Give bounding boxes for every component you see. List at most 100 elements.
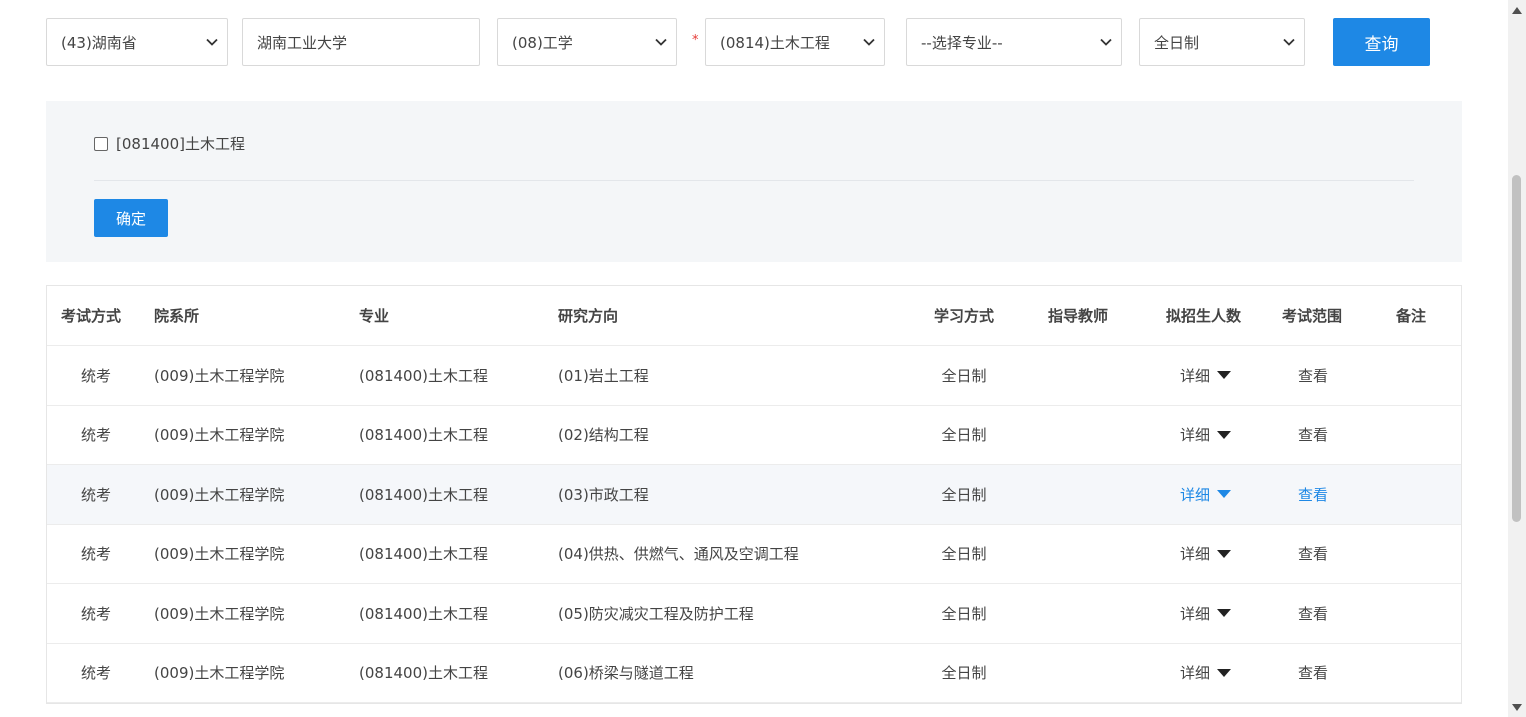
cell-department: (009)土木工程学院 <box>154 485 285 504</box>
scroll-down-arrow-icon[interactable] <box>1508 699 1526 715</box>
study-mode-select[interactable]: 全日制 <box>1139 18 1305 66</box>
detail-label[interactable]: 详细 <box>1180 603 1210 624</box>
cell-research-direction: (05)防灾减灾工程及防护工程 <box>558 604 754 623</box>
exam-scope-view-link[interactable]: 查看 <box>1298 465 1328 524</box>
cell-major: (081400)土木工程 <box>359 664 488 683</box>
header-exam-scope: 考试范围 <box>1282 307 1343 325</box>
major-checkbox-label[interactable]: [081400]土木工程 <box>116 133 245 154</box>
category-select[interactable]: (08)工学 <box>497 18 677 66</box>
cell-study-mode: 全日制 <box>941 604 987 623</box>
table-row: 统考 (009)土木工程学院 (081400)土木工程 (04)供热、供燃气、通风及空… <box>47 525 1461 584</box>
cell-exam-method: 统考 <box>80 545 111 564</box>
required-mark: * <box>692 33 699 48</box>
cell-major: (081400)土木工程 <box>359 485 488 504</box>
results-table: 考试方式 院系所 专业 研究方向 学习方式 指导教师 拟招生人数 考试范围 备注… <box>46 285 1462 704</box>
header-research-direction: 研究方向 <box>558 307 619 325</box>
cell-study-mode: 全日制 <box>941 426 987 445</box>
major-select-value: --选择专业-- <box>921 33 1003 52</box>
cell-major: (081400)土木工程 <box>359 426 488 445</box>
enrollment-detail-toggle[interactable]: 详细 <box>1180 584 1232 643</box>
cell-major: (081400)土木工程 <box>359 545 488 564</box>
cell-department: (009)土木工程学院 <box>154 366 285 385</box>
cell-exam-method: 统考 <box>80 366 111 385</box>
table-row: 统考 (009)土木工程学院 (081400)土木工程 (03)市政工程 全日制 详细 查看 <box>47 465 1461 525</box>
enrollment-detail-toggle[interactable]: 详细 <box>1180 644 1232 703</box>
caret-down-icon[interactable] <box>1217 668 1232 677</box>
cell-major: (081400)土木工程 <box>359 604 488 623</box>
caret-down-icon[interactable] <box>1217 609 1232 618</box>
confirm-button[interactable]: 确定 <box>94 199 168 237</box>
major-select[interactable]: --选择专业-- <box>906 18 1122 66</box>
cell-exam-method: 统考 <box>80 664 111 683</box>
table-row: 统考 (009)土木工程学院 (081400)土木工程 (06)桥梁与隧道工程 全日制 详… <box>47 644 1461 703</box>
major-selection-panel: [081400]土木工程 确定 <box>46 101 1462 262</box>
cell-study-mode: 全日制 <box>941 366 987 385</box>
header-exam-method: 考试方式 <box>61 307 122 325</box>
cell-research-direction: (06)桥梁与隧道工程 <box>558 664 694 683</box>
detail-label[interactable]: 详细 <box>1180 424 1210 445</box>
exam-scope-view-link[interactable]: 查看 <box>1298 644 1328 703</box>
exam-scope-view-link[interactable]: 查看 <box>1298 584 1328 643</box>
header-major: 专业 <box>359 307 390 325</box>
cell-exam-method: 统考 <box>80 426 111 445</box>
major-checkbox-row[interactable]: [081400]土木工程 <box>94 133 245 154</box>
discipline-select-value: (0814)土木工程 <box>720 33 830 52</box>
cell-department: (009)土木工程学院 <box>154 426 285 445</box>
category-select-value: (08)工学 <box>512 33 573 52</box>
chevron-down-icon <box>197 38 227 46</box>
header-enrollment: 拟招生人数 <box>1166 307 1242 325</box>
cell-major: (081400)土木工程 <box>359 366 488 385</box>
vertical-scrollbar[interactable] <box>1508 0 1526 717</box>
enrollment-detail-toggle[interactable]: 详细 <box>1180 346 1232 405</box>
header-study-mode: 学习方式 <box>933 307 994 325</box>
exam-scope-view-link[interactable]: 查看 <box>1298 346 1328 405</box>
scrollbar-thumb[interactable] <box>1512 175 1521 522</box>
cell-research-direction: (04)供热、供燃气、通风及空调工程 <box>558 545 799 564</box>
table-body: 统考 (009)土木工程学院 (081400)土木工程 (01)岩土工程 全日制 详细 查看… <box>47 346 1461 703</box>
detail-label[interactable]: 详细 <box>1180 543 1210 564</box>
cell-department: (009)土木工程学院 <box>154 664 285 683</box>
chevron-down-icon <box>1274 38 1304 46</box>
discipline-select[interactable]: (0814)土木工程 <box>705 18 885 66</box>
cell-study-mode: 全日制 <box>941 664 987 683</box>
cell-research-direction: (02)结构工程 <box>558 426 649 445</box>
enrollment-detail-toggle[interactable]: 详细 <box>1180 465 1232 524</box>
header-department: 院系所 <box>154 307 200 325</box>
detail-label[interactable]: 详细 <box>1180 365 1210 386</box>
cell-study-mode: 全日制 <box>941 545 987 564</box>
exam-scope-view-link[interactable]: 查看 <box>1298 525 1328 584</box>
table-row: 统考 (009)土木工程学院 (081400)土木工程 (01)岩土工程 全日制 详细 查看 <box>47 346 1461 406</box>
table-row: 统考 (009)土木工程学院 (081400)土木工程 (02)结构工程 全日制 详细 查看 <box>47 406 1461 465</box>
caret-down-icon[interactable] <box>1217 490 1232 499</box>
major-checkbox[interactable] <box>94 136 108 151</box>
province-select[interactable]: (43)湖南省 <box>46 18 228 66</box>
caret-down-icon[interactable] <box>1217 549 1232 558</box>
cell-exam-method: 统考 <box>80 604 111 623</box>
cell-study-mode: 全日制 <box>941 485 987 504</box>
scroll-up-arrow-icon[interactable] <box>1508 2 1526 18</box>
province-select-value: (43)湖南省 <box>61 33 137 52</box>
cell-exam-method: 统考 <box>80 485 111 504</box>
study-mode-select-value: 全日制 <box>1154 33 1200 52</box>
panel-divider <box>94 180 1414 181</box>
cell-department: (009)土木工程学院 <box>154 545 285 564</box>
enrollment-detail-toggle[interactable]: 详细 <box>1180 406 1232 465</box>
header-advisor: 指导教师 <box>1048 307 1109 325</box>
chevron-down-icon <box>1091 38 1121 46</box>
exam-scope-view-link[interactable]: 查看 <box>1298 406 1328 465</box>
detail-label[interactable]: 详细 <box>1180 484 1210 505</box>
chevron-down-icon <box>854 38 884 46</box>
header-note: 备注 <box>1396 307 1427 325</box>
table-header: 考试方式 院系所 专业 研究方向 学习方式 指导教师 拟招生人数 考试范围 备注 <box>47 286 1461 346</box>
query-button[interactable]: 查询 <box>1333 18 1430 66</box>
chevron-down-icon <box>646 38 676 46</box>
school-input[interactable]: 湖南工业大学 <box>242 18 480 66</box>
cell-department: (009)土木工程学院 <box>154 604 285 623</box>
caret-down-icon[interactable] <box>1217 430 1232 439</box>
caret-down-icon[interactable] <box>1217 371 1232 380</box>
detail-label[interactable]: 详细 <box>1180 662 1210 683</box>
enrollment-detail-toggle[interactable]: 详细 <box>1180 525 1232 584</box>
cell-research-direction: (03)市政工程 <box>558 485 649 504</box>
cell-research-direction: (01)岩土工程 <box>558 366 649 385</box>
table-row: 统考 (009)土木工程学院 (081400)土木工程 (05)防灾减灾工程及防护工程… <box>47 584 1461 644</box>
